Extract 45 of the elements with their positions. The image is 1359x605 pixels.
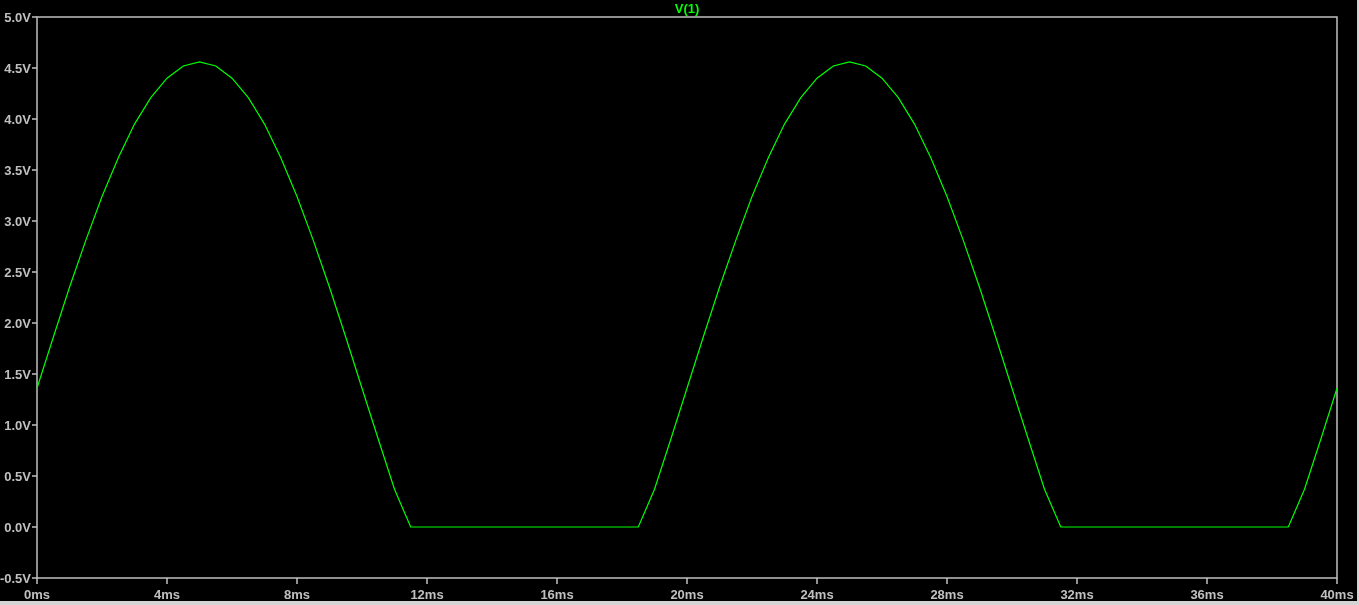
tick-mark	[1076, 577, 1078, 585]
tick-mark	[31, 220, 38, 222]
y-tick-label: 4.5V	[4, 61, 31, 76]
y-tick-label: 2.0V	[4, 316, 31, 331]
x-tick-label: 4ms	[154, 587, 180, 601]
x-tick-label: 20ms	[670, 587, 704, 601]
x-tick-label: 0ms	[24, 587, 50, 601]
y-tick-label: 0.5V	[4, 469, 31, 484]
x-tick-label: 40ms	[1320, 587, 1354, 601]
tick-mark	[31, 16, 38, 18]
y-tick-label: -0.5V	[0, 571, 31, 586]
tick-mark	[1206, 577, 1208, 585]
x-tick-label: 16ms	[540, 587, 574, 601]
y-tick-label: 3.5V	[4, 163, 31, 178]
tick-mark	[946, 577, 948, 585]
tick-mark	[31, 271, 38, 273]
tick-mark	[31, 526, 38, 528]
y-tick-label: 3.0V	[4, 214, 31, 229]
tick-mark	[31, 475, 38, 477]
tick-mark	[31, 169, 38, 171]
tick-mark	[31, 118, 38, 120]
y-tick-label: 0.0V	[4, 520, 31, 535]
y-tick-label: 2.5V	[4, 265, 31, 280]
tick-mark	[296, 577, 298, 585]
x-tick-label: 32ms	[1060, 587, 1094, 601]
tick-mark	[166, 577, 168, 585]
tick-mark	[556, 577, 558, 585]
y-tick-label: 5.0V	[4, 10, 31, 25]
x-tick-label: 24ms	[800, 587, 834, 601]
tick-mark	[31, 424, 38, 426]
x-tick-label: 8ms	[284, 587, 310, 601]
y-tick-label: 4.0V	[4, 112, 31, 127]
tick-mark	[426, 577, 428, 585]
trace-label: V(1)	[674, 1, 700, 16]
tick-mark	[31, 322, 38, 324]
tick-mark	[31, 373, 38, 375]
tick-mark	[31, 67, 38, 69]
tick-mark	[1336, 577, 1338, 585]
x-tick-label: 36ms	[1190, 587, 1224, 601]
x-tick-label: 28ms	[930, 587, 964, 601]
x-tick-label: 12ms	[410, 587, 444, 601]
tick-mark	[686, 577, 688, 585]
y-tick-label: 1.5V	[4, 367, 31, 382]
y-tick-label: 1.0V	[4, 418, 31, 433]
tick-mark	[816, 577, 818, 585]
